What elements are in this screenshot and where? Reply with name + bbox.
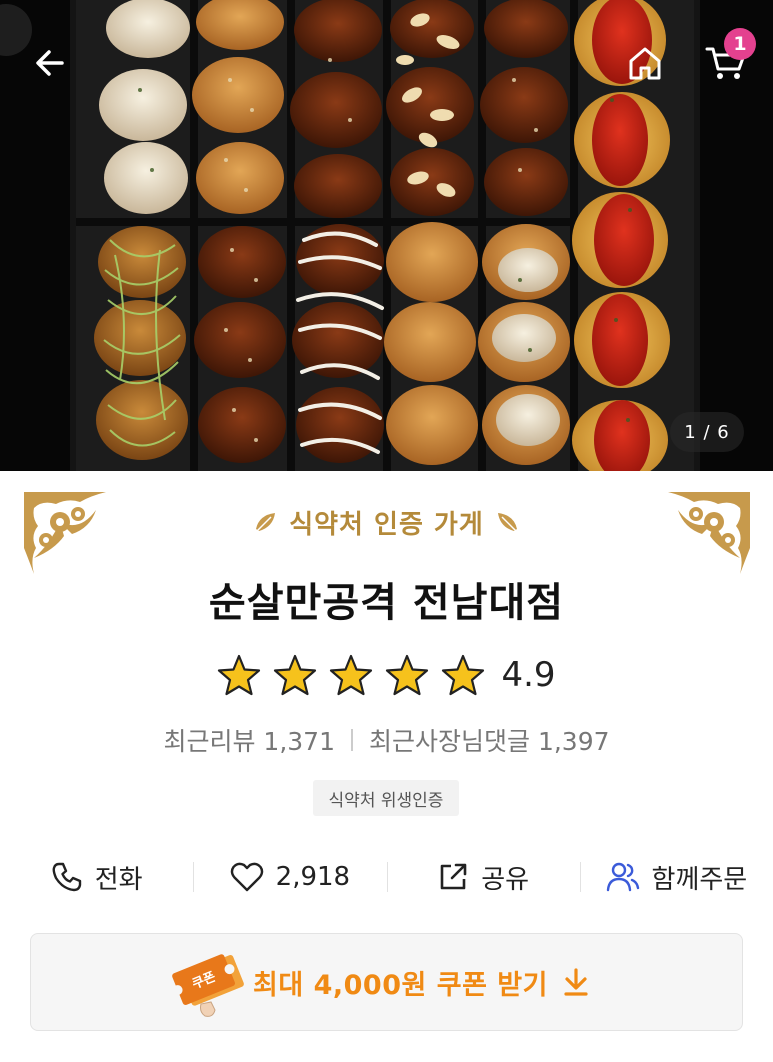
store-action-bar: 전화 2,918 공유 함께주문 — [0, 848, 773, 906]
store-name: 순살만공격 전남대점 — [208, 580, 565, 626]
star-icon — [274, 654, 317, 696]
favorite-count: 2,918 — [275, 862, 351, 892]
call-button[interactable]: 전화 — [0, 848, 193, 906]
download-arrow-icon — [564, 968, 588, 996]
leaf-ornament-icon — [256, 513, 276, 532]
certified-store-text: 식약처 인증 가게 — [289, 509, 484, 540]
image-page-indicator: 1 / 6 — [670, 412, 744, 452]
home-button[interactable] — [618, 38, 672, 88]
rating-value: 4.9 — [501, 655, 556, 695]
coupon-ticket-icon: 쿠폰 — [172, 954, 244, 1017]
star-icon — [330, 654, 373, 696]
divider — [351, 729, 353, 751]
cart-count-badge: 1 — [724, 28, 756, 60]
group-order-icon — [606, 862, 639, 892]
share-button[interactable]: 공유 — [386, 848, 580, 906]
hygiene-certification-badge[interactable]: 식약처 위생인증 — [313, 780, 459, 816]
home-icon — [629, 47, 661, 80]
recent-review-count[interactable]: 최근리뷰 1,371 — [163, 722, 335, 758]
leaf-ornament-icon — [497, 513, 517, 532]
heart-icon — [230, 862, 263, 892]
back-arrow-icon — [36, 50, 64, 76]
call-label: 전화 — [94, 864, 143, 895]
certified-store-label: 식약처 인증 가게 — [0, 500, 773, 544]
star-icon — [218, 654, 261, 696]
review-stats[interactable]: 최근리뷰 1,371 최근사장님댓글 1,397 — [0, 720, 773, 760]
coupon-text: 최대 4,000원 쿠폰 받기 — [253, 969, 548, 1001]
share-label: 공유 — [481, 864, 530, 895]
star-icon — [386, 654, 429, 696]
favorite-button[interactable]: 2,918 — [193, 848, 386, 906]
back-button[interactable] — [22, 38, 78, 88]
share-icon — [440, 863, 467, 890]
rating-row[interactable]: 4.9 — [0, 650, 773, 700]
group-order-label: 함께주문 — [651, 864, 748, 895]
rating-stars — [217, 654, 485, 696]
phone-icon — [52, 862, 81, 892]
hero-image-carousel[interactable]: 1 1 / 6 — [0, 0, 773, 471]
group-order-button[interactable]: 함께주문 — [579, 848, 773, 906]
coupon-download-button[interactable]: 쿠폰 최대 4,000원 쿠폰 받기 — [30, 933, 743, 1031]
owner-reply-count[interactable]: 최근사장님댓글 1,397 — [369, 722, 610, 758]
star-icon — [442, 654, 485, 696]
